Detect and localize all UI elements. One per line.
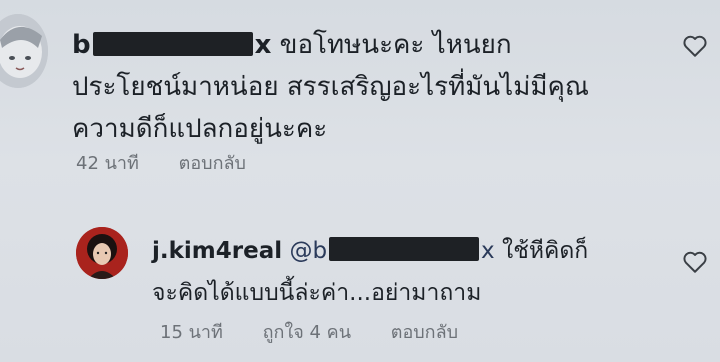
comment-thread: b x ขอโทษนะคะ ไหนยก ประโยชน์มาหน่อย สรรเส… [0, 0, 720, 362]
mention-prefix[interactable]: @b [289, 238, 327, 264]
redaction-bar [329, 237, 480, 261]
comment-1-text-3: ความดีก็แปลกอยู่นะคะ [72, 114, 328, 144]
comment-1-username-suffix[interactable]: x [255, 30, 272, 60]
comment-1-meta: 42 นาที ตอบกลับ [76, 148, 280, 177]
comment-2-text-2: จะคิดได้แบบนี้ล่ะค่า...อย่ามาถาม [152, 280, 482, 306]
avatar[interactable] [76, 227, 128, 279]
comment-2-time: 15 นาที [160, 322, 223, 343]
comment-1-time: 42 นาที [76, 153, 139, 174]
comment-1-reply-button[interactable]: ตอบกลับ [179, 153, 246, 174]
redaction-bar [92, 32, 253, 56]
comment-2-text-1: ใช้หีคิดก็ [501, 238, 589, 264]
comment-2-line-1: j.kim4real @b x ใช้หีคิดก็ [152, 230, 588, 272]
comment-1-text-2: ประโยชน์มาหน่อย สรรเสริญอะไรที่มันไม่มีค… [72, 72, 590, 102]
avatar-image [0, 14, 48, 88]
heart-outline-icon[interactable] [682, 250, 708, 274]
comment-1-body: b x ขอโทษนะคะ ไหนยก ประโยชน์มาหน่อย สรรเส… [72, 24, 589, 150]
heart-outline-icon[interactable] [682, 34, 708, 58]
comment-2-username[interactable]: j.kim4real [152, 238, 282, 264]
comment-2-reply-button[interactable]: ตอบกลับ [391, 322, 458, 343]
comment-2-meta: 15 นาที ถูกใจ 4 คน ตอบกลับ [160, 317, 492, 346]
comment-2-body: j.kim4real @b x ใช้หีคิดก็ จะคิดได้แบบนี้… [152, 230, 588, 314]
mention-suffix[interactable]: x [481, 238, 495, 264]
comment-2-likes[interactable]: ถูกใจ 4 คน [263, 322, 351, 343]
avatar-image [76, 227, 128, 279]
comment-1-line-1: b x ขอโทษนะคะ ไหนยก [72, 24, 589, 66]
comment-1-username-prefix[interactable]: b [72, 30, 91, 60]
comment-1-text-1: ขอโทษนะคะ ไหนยก [279, 30, 512, 60]
avatar[interactable] [0, 14, 48, 88]
